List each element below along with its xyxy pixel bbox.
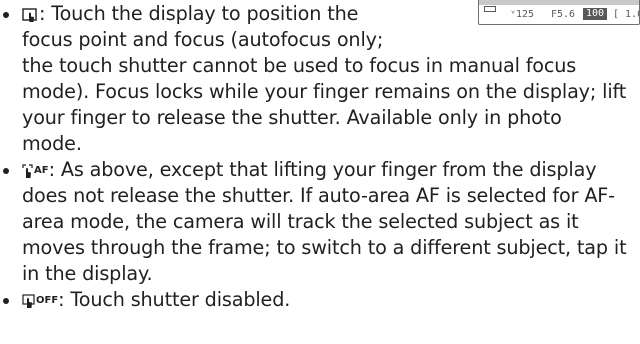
- aperture-readout: F5.6: [551, 9, 576, 20]
- bullet: [3, 168, 9, 174]
- text-line: : Touch the display to position the: [22, 1, 358, 27]
- text-line: AF: As above, except that lifting your f…: [22, 157, 597, 183]
- text-line: in the display.: [22, 262, 153, 285]
- bullet: [3, 298, 9, 304]
- manual-page: ᵛ125 F5.6 100 [ 1.0k : Touch the display…: [0, 0, 640, 344]
- text-line: focus point and focus (autofocus only;: [22, 28, 384, 51]
- text-line: area mode, the camera will track the sel…: [22, 210, 579, 233]
- text-line: moves through the frame; to switch to a …: [22, 236, 627, 259]
- text-line: your finger to release the shutter. Avai…: [22, 106, 562, 129]
- text-line: does not release the shutter. If auto-ar…: [22, 184, 615, 207]
- iso-readout: 100: [583, 8, 608, 20]
- camera-display-illustration: ᵛ125 F5.6 100 [ 1.0k: [478, 0, 640, 25]
- bullet: [3, 12, 9, 18]
- text-line: mode.: [22, 132, 82, 155]
- battery-icon: [484, 6, 496, 12]
- shutter-speed-readout: ᵛ125: [510, 9, 535, 20]
- text-line: mode). Focus locks while your finger rem…: [22, 80, 627, 103]
- text-line: the touch shutter cannot be used to focu…: [22, 54, 577, 77]
- viewfinder-band: [479, 0, 639, 5]
- frames-remaining-readout: [ 1.0k: [613, 9, 639, 20]
- touch-off-icon: [22, 290, 35, 316]
- text-line: OFF: Touch shutter disabled.: [22, 287, 290, 313]
